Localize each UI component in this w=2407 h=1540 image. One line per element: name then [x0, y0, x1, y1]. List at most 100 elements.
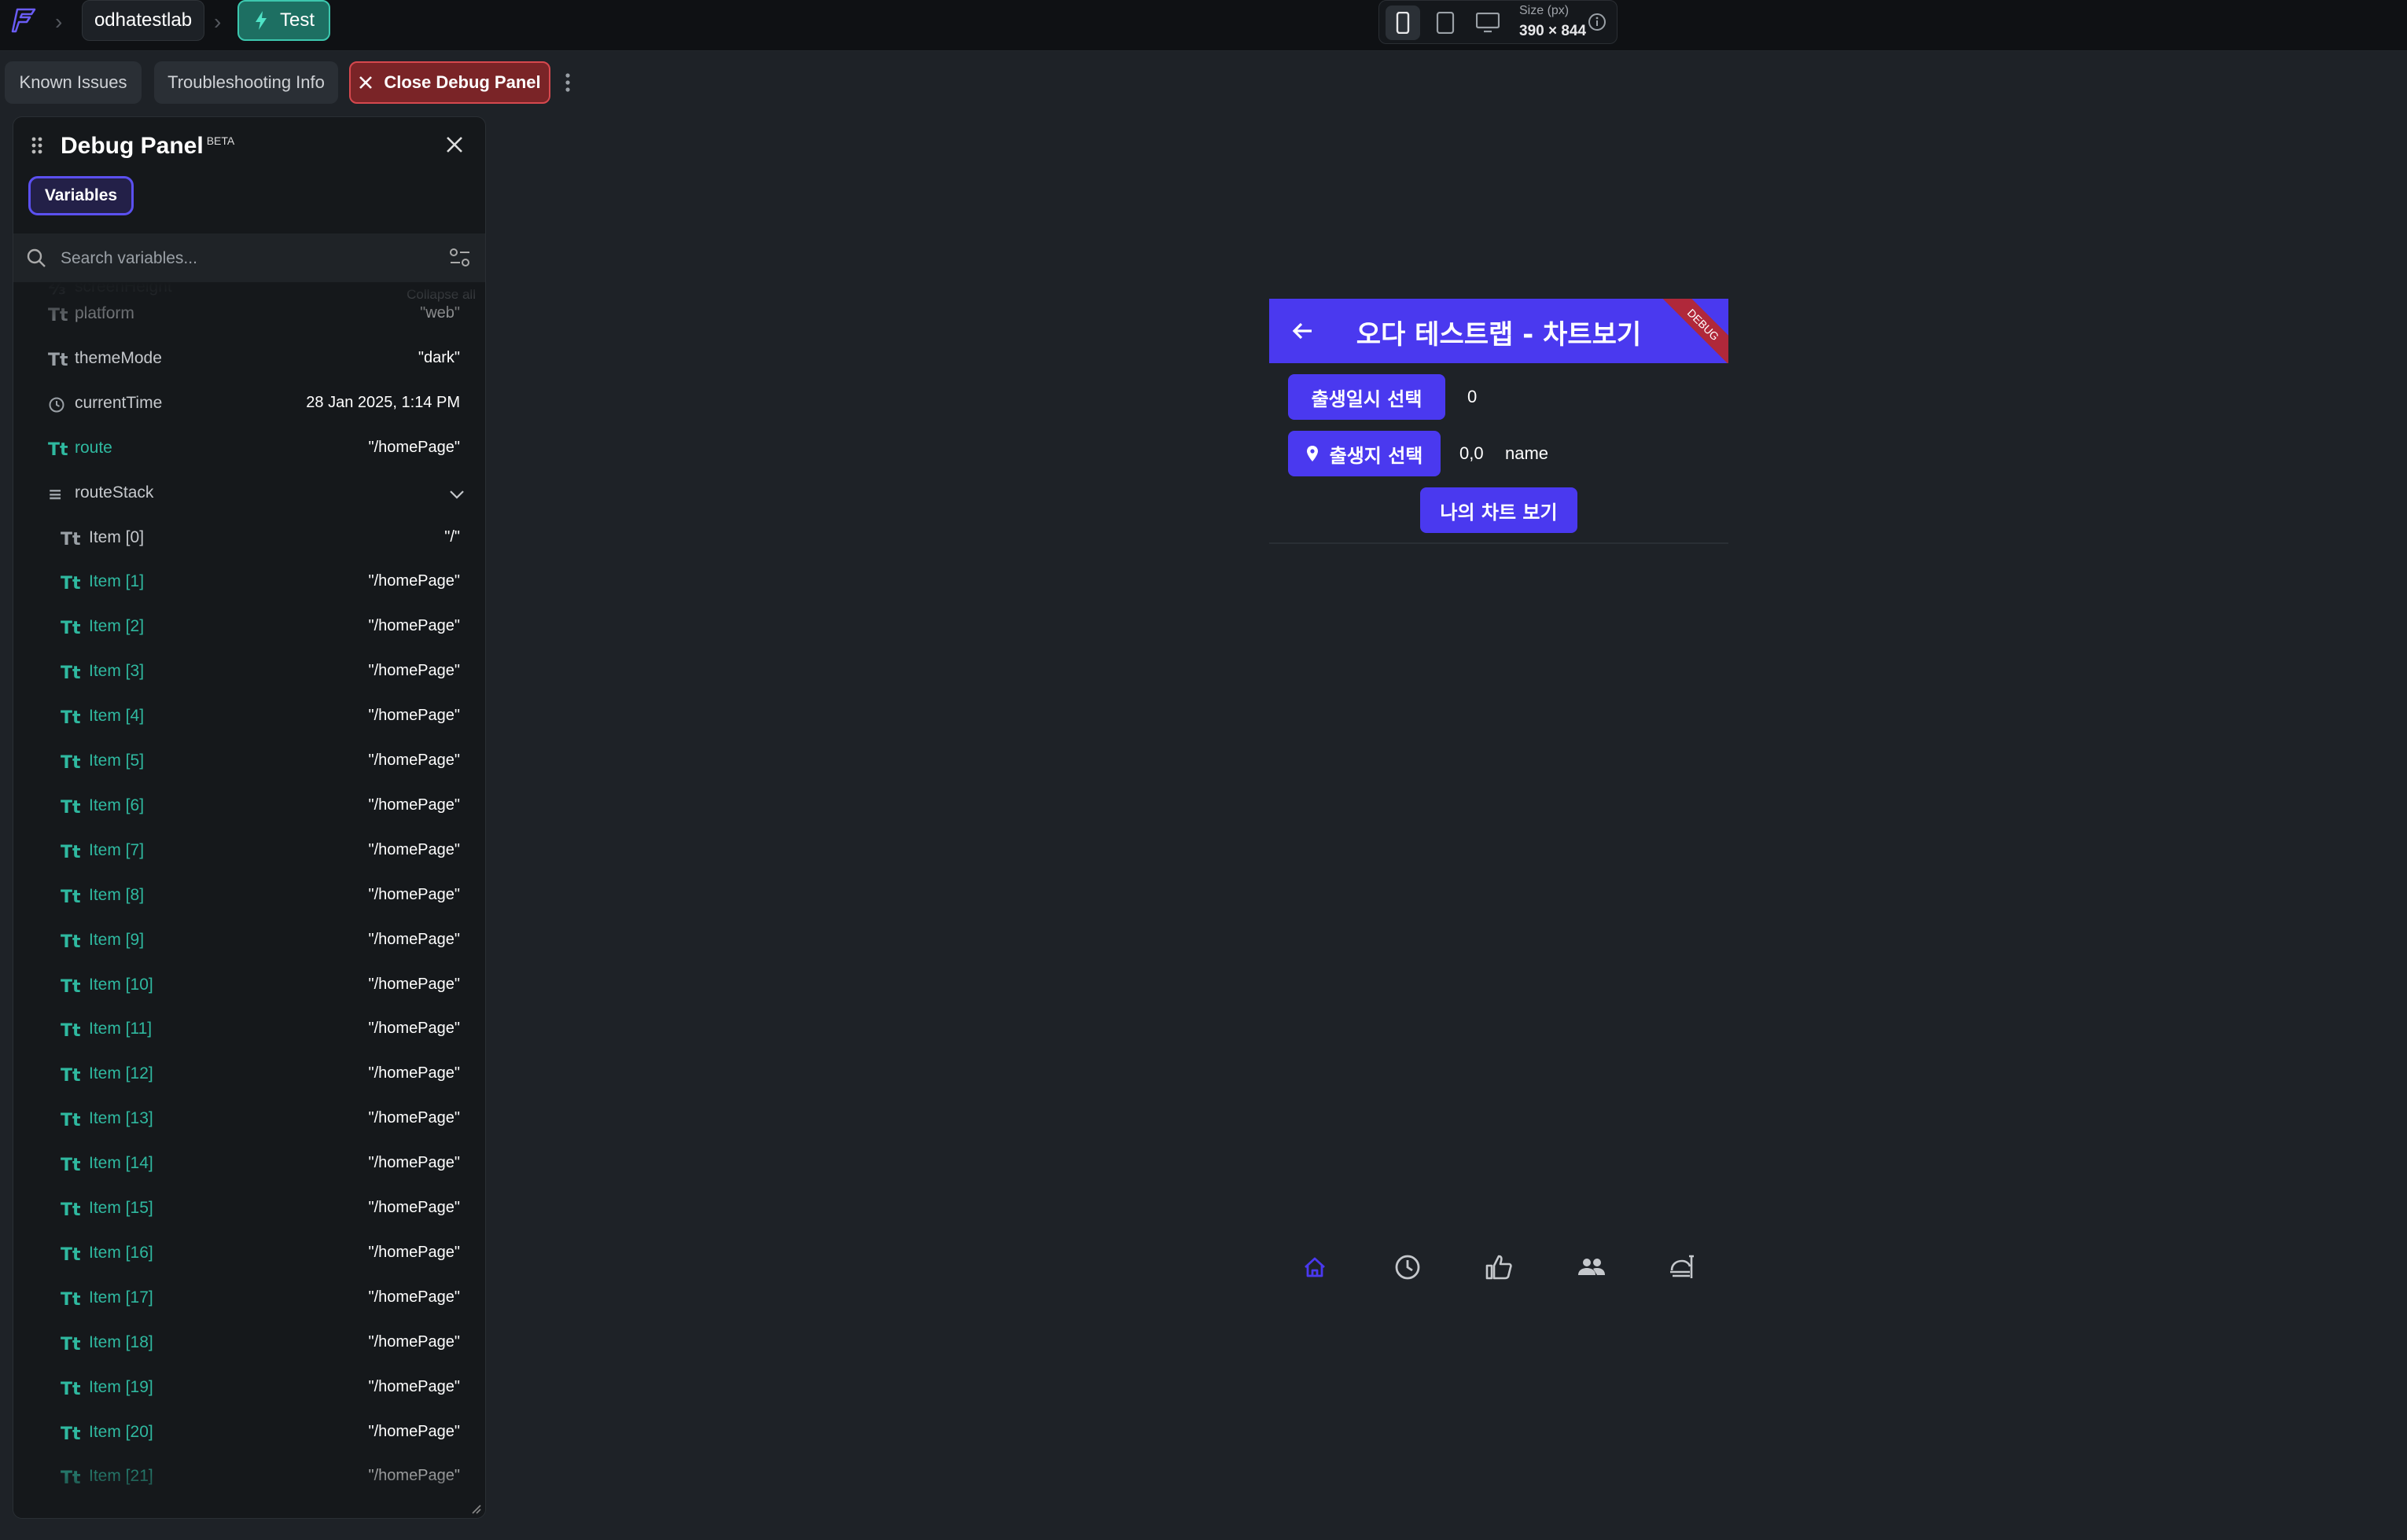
lightning-icon — [256, 11, 267, 30]
variable-row[interactable]: Tt Item [12] "/homePage" — [13, 1053, 485, 1097]
phone-preview: 오다 테스트랩 - 차트보기 DEBUG 출생일시 선택 0 출생지 선택 0,… — [1269, 299, 1728, 1297]
desktop-view-button[interactable] — [1470, 6, 1505, 40]
variable-name: Item [16] — [89, 1243, 153, 1262]
variable-row[interactable]: Tt Item [6] "/homePage" — [13, 785, 485, 829]
variable-row[interactable]: Tt Item [16] "/homePage" — [13, 1233, 485, 1277]
test-mode-chip[interactable]: Test — [237, 0, 330, 41]
variable-row[interactable]: Tt Item [1] "/homePage" — [13, 561, 485, 605]
variable-row[interactable]: Tt Item [5] "/homePage" — [13, 741, 485, 785]
nav-home[interactable] — [1299, 1251, 1330, 1283]
variable-value: "/homePage" — [368, 438, 461, 456]
text-type-icon: Tt — [61, 663, 81, 684]
chevron-down-icon[interactable] — [447, 485, 466, 504]
nav-likes[interactable] — [1483, 1251, 1514, 1283]
project-selector[interactable]: odhatestlab — [82, 0, 204, 41]
mode-label: Test — [280, 9, 315, 31]
device-toolbar: Size (px) 390 × 844 — [1378, 0, 1618, 44]
text-type-icon: Tt — [48, 350, 68, 370]
variable-row[interactable]: Tt Item [19] "/homePage" — [13, 1367, 485, 1411]
variable-name: Item [4] — [89, 707, 145, 726]
variable-value: "/homePage" — [368, 1332, 461, 1351]
variable-name: Item [10] — [89, 975, 153, 994]
location-pin-icon — [1306, 446, 1318, 461]
view-my-chart-button[interactable]: 나의 차트 보기 — [1420, 487, 1577, 533]
nav-service[interactable] — [1667, 1251, 1699, 1283]
close-debug-label: Close Debug Panel — [384, 72, 541, 92]
variable-row[interactable]: Tt Item [15] "/homePage" — [13, 1188, 485, 1232]
variable-row[interactable]: Tt route "/homePage" — [13, 428, 485, 472]
variable-value: "/homePage" — [368, 572, 461, 590]
variable-value: "web" — [420, 304, 460, 322]
panel-title: Debug Panel BETA — [61, 133, 234, 160]
drag-handle-icon[interactable] — [31, 136, 43, 155]
text-type-icon: Tt — [48, 439, 68, 460]
known-issues-button[interactable]: Known Issues — [5, 61, 142, 104]
text-type-icon: Tt — [61, 842, 81, 862]
size-value[interactable]: 390 × 844 — [1519, 23, 1586, 40]
phone-icon — [1396, 12, 1410, 34]
variable-row[interactable]: Tt Item [20] "/homePage" — [13, 1412, 485, 1456]
variable-row[interactable]: Tt Item [9] "/homePage" — [13, 920, 485, 964]
variable-row[interactable]: Tt Item [18] "/homePage" — [13, 1322, 485, 1366]
info-icon[interactable] — [1587, 12, 1607, 32]
variable-row[interactable]: Tt Item [4] "/homePage" — [13, 696, 485, 740]
variable-row[interactable]: Tt Item [10] "/homePage" — [13, 965, 485, 1009]
variable-row[interactable]: Tt Item [2] "/homePage" — [13, 606, 485, 650]
variable-value: "/homePage" — [368, 617, 461, 635]
variable-row[interactable]: Tt Item [13] "/homePage" — [13, 1098, 485, 1142]
variable-name: routeStack — [75, 483, 154, 502]
variable-name: Item [14] — [89, 1154, 153, 1173]
resize-handle-icon[interactable] — [469, 1502, 482, 1515]
variable-name: Item [8] — [89, 885, 145, 904]
nav-people[interactable] — [1576, 1251, 1607, 1283]
birth-datetime-value: 0 — [1467, 387, 1478, 406]
variable-row[interactable]: Tt Item [8] "/homePage" — [13, 875, 485, 919]
select-birth-datetime-button[interactable]: 출생일시 선택 — [1288, 374, 1445, 420]
variable-name: Item [11] — [89, 1020, 153, 1038]
variable-value: "/homePage" — [368, 796, 461, 814]
variable-name: Item [17] — [89, 1288, 153, 1307]
variable-row[interactable]: Tt Item [17] "/homePage" — [13, 1277, 485, 1321]
more-options-icon[interactable] — [563, 71, 572, 94]
variable-row[interactable]: Tt Item [3] "/homePage" — [13, 651, 485, 695]
text-type-icon: Tt — [48, 306, 68, 325]
select-birthplace-button[interactable]: 출생지 선택 — [1288, 431, 1441, 476]
variable-value: "/homePage" — [368, 1109, 461, 1127]
variable-row[interactable]: Tt Item [7] "/homePage" — [13, 830, 485, 874]
flutterflow-logo-icon[interactable] — [9, 5, 41, 36]
text-type-icon: Tt — [61, 708, 81, 729]
close-icon[interactable] — [444, 134, 465, 155]
select-birthplace-label: 출생지 선택 — [1329, 444, 1423, 467]
variable-row[interactable]: Tt themeMode "dark" — [13, 338, 485, 382]
tablet-view-button[interactable] — [1428, 6, 1463, 40]
variable-row[interactable]: Tt Item [11] "/homePage" — [13, 1009, 485, 1053]
search-icon — [27, 248, 46, 267]
close-debug-panel-button[interactable]: Close Debug Panel — [349, 61, 550, 104]
select-birth-datetime-label: 출생일시 선택 — [1311, 388, 1422, 410]
chevron-right-icon: › — [55, 9, 63, 34]
variable-value: "/homePage" — [368, 752, 461, 769]
variable-row[interactable]: Tt Item [21] "/homePage" — [13, 1456, 485, 1500]
variable-row[interactable]: currentTime 28 Jan 2025, 1:14 PM — [13, 383, 485, 427]
collapse-all-button[interactable]: Collapse all — [407, 287, 476, 303]
chevron-right-icon: › — [214, 9, 222, 34]
tab-variables[interactable]: Variables — [28, 176, 134, 215]
variable-name: Item [20] — [89, 1422, 153, 1441]
text-type-icon: Tt — [61, 1156, 81, 1176]
variable-row[interactable]: Tt Item [0] "/" — [13, 517, 485, 561]
search-input[interactable] — [59, 243, 424, 274]
variable-name: platform — [75, 304, 134, 322]
variable-value: "/homePage" — [368, 975, 461, 993]
variable-name: Item [2] — [89, 617, 145, 636]
bottom-nav — [1269, 1242, 1728, 1297]
text-type-icon: Tt — [61, 529, 81, 549]
phone-view-button[interactable] — [1386, 6, 1420, 40]
variable-name: Item [19] — [89, 1377, 153, 1396]
filter-icon[interactable] — [449, 248, 471, 268]
variable-row[interactable]: Tt Item [14] "/homePage" — [13, 1143, 485, 1187]
variable-name: themeMode — [75, 348, 162, 367]
troubleshooting-info-button[interactable]: Troubleshooting Info — [154, 61, 338, 104]
variable-name: Item [3] — [89, 662, 145, 681]
variable-row[interactable]: ≡ routeStack — [13, 472, 485, 516]
nav-history[interactable] — [1392, 1251, 1423, 1283]
